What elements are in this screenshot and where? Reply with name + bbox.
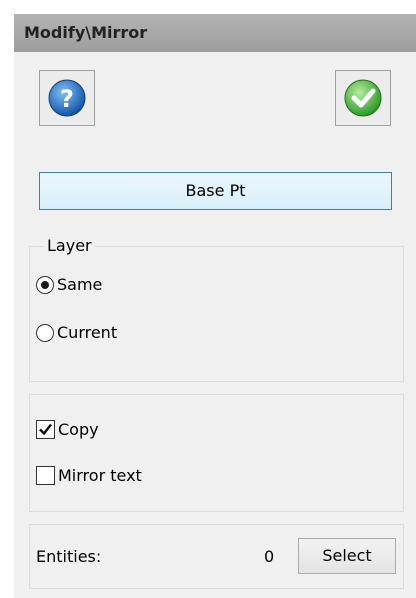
layer-group: Layer Same Current [29, 236, 404, 382]
entities-count: 0 [264, 547, 275, 566]
entities-label: Entities: [36, 547, 102, 566]
entities-group: Entities: 0 Select [29, 524, 404, 589]
layer-same-label: Same [57, 275, 103, 294]
layer-same-radio[interactable]: Same [36, 275, 102, 294]
copy-label: Copy [58, 420, 99, 439]
options-group: Copy Mirror text [29, 394, 404, 512]
checkbox-unchecked-icon [36, 466, 55, 485]
radio-selected-icon [36, 275, 54, 294]
mirror-text-label: Mirror text [58, 466, 142, 485]
mirror-panel: Modify\Mirror ? Base Pt Layer Same Curre… [14, 14, 416, 598]
ok-checkmark-icon [344, 79, 382, 117]
title-bar: Modify\Mirror [14, 14, 416, 52]
layer-current-radio[interactable]: Current [36, 323, 117, 342]
ok-button[interactable] [335, 70, 391, 126]
checkbox-checked-icon [36, 420, 55, 439]
panel-title: Modify\Mirror [24, 23, 148, 42]
layer-legend: Layer [44, 236, 95, 255]
select-button[interactable]: Select [298, 538, 396, 574]
mirror-text-checkbox[interactable]: Mirror text [36, 466, 142, 485]
copy-checkbox[interactable]: Copy [36, 420, 99, 439]
layer-current-label: Current [57, 323, 118, 342]
svg-text:?: ? [60, 85, 74, 113]
help-button[interactable]: ? [39, 70, 95, 126]
help-question-icon: ? [48, 79, 86, 117]
base-point-button[interactable]: Base Pt [39, 172, 392, 210]
radio-unselected-icon [36, 323, 54, 342]
